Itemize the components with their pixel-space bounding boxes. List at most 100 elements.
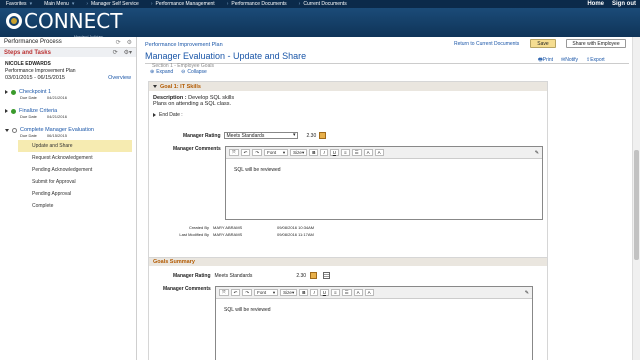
maximize-icon[interactable]: ⤧: [229, 149, 239, 156]
summary-rating-value: Meets Standards: [214, 272, 253, 279]
sign-out-link[interactable]: Sign out: [612, 1, 636, 7]
background-color-button[interactable]: A: [364, 289, 374, 296]
calculator-icon[interactable]: [319, 132, 327, 139]
step-complete-manager-evaluation[interactable]: Complete Manager Evaluation Due Date 06/1…: [0, 127, 136, 138]
underline-button[interactable]: U: [319, 289, 329, 296]
last-modified-row: Last Modified By MARY ABRAMS 09/08/2016 …: [179, 232, 314, 237]
font-select[interactable]: Font ▾: [264, 149, 289, 156]
expand-link[interactable]: ⊕ Expand: [150, 69, 173, 75]
goals-summary-header: Goals Summary: [149, 258, 547, 266]
collapse-arrow-icon[interactable]: [153, 85, 157, 88]
substep-list: Update and Share Request Acknowledgement…: [0, 140, 136, 212]
summary-comments-editor[interactable]: ⤧ ↶ ↷ Font ▾ Size ▾ B I U ≡ ☰ A A ✎ SQL wi…: [215, 286, 533, 360]
background-color-button[interactable]: A: [374, 149, 384, 156]
nav-main-menu[interactable]: Main Menu ▾: [38, 1, 80, 7]
refresh-icon[interactable]: ⟳: [113, 49, 118, 56]
performance-process-header: Performance Process ⟳ ⚙: [0, 37, 136, 48]
nav-performance-documents[interactable]: › Performance Documents: [221, 1, 293, 7]
size-select[interactable]: Size ▾: [280, 289, 298, 296]
goal-1-section: Goal 1: IT Skills Description : Develop …: [148, 81, 548, 261]
summary-rating-row: Manager Rating Meets Standards 2.30: [173, 272, 331, 279]
substep-complete[interactable]: Complete: [0, 200, 136, 212]
redo-icon[interactable]: ↷: [252, 149, 263, 156]
goals-summary-section: Goals Summary Manager Rating Meets Stand…: [148, 257, 548, 360]
redo-icon[interactable]: ↷: [242, 289, 253, 296]
collapse-link[interactable]: ⊖ Collapse: [181, 69, 207, 75]
bold-button[interactable]: B: [309, 149, 319, 156]
undo-icon[interactable]: ↶: [230, 289, 241, 296]
grid-icon[interactable]: [323, 272, 331, 279]
substep-submit-for-approval[interactable]: Submit for Approval: [0, 176, 136, 188]
editor-toolbar: ⤧ ↶ ↷ Font ▾ Size ▾ B I U ≡ ☰ A A ✎: [216, 287, 532, 299]
page-title: Manager Evaluation - Update and Share: [145, 51, 307, 61]
home-link[interactable]: Home: [587, 1, 604, 7]
bulleted-list-icon[interactable]: ☰: [341, 289, 352, 296]
underline-button[interactable]: U: [329, 149, 339, 156]
summary-comments-label: Manager Comments: [163, 286, 211, 292]
steps-title: Steps and Tasks: [4, 49, 51, 56]
rating-score: 2.30: [306, 132, 317, 139]
overview-link[interactable]: Overview: [108, 75, 131, 81]
save-button[interactable]: Save: [530, 39, 556, 48]
nav-manager-self-service[interactable]: › Manager Self Service: [80, 1, 144, 7]
gear-icon[interactable]: ⚙: [127, 39, 132, 46]
font-select[interactable]: Font ▾: [254, 289, 279, 296]
expand-arrow-icon[interactable]: [5, 90, 8, 94]
app-header: CONNECT Maryland Judiciary: [0, 8, 640, 39]
manager-rating-row: Manager Rating Meets Standards 2.30: [183, 132, 327, 139]
calculator-icon[interactable]: [310, 272, 318, 279]
spellcheck-icon[interactable]: ✎: [535, 150, 539, 156]
manager-rating-select[interactable]: Meets Standards: [223, 132, 298, 139]
pending-status-icon: [12, 127, 17, 133]
comment-text[interactable]: SQL will be reviewed: [226, 159, 542, 181]
panel-title: Performance Process: [4, 39, 62, 45]
size-select[interactable]: Size ▾: [290, 149, 308, 156]
minus-icon: ⊖: [181, 69, 186, 75]
bold-button[interactable]: B: [299, 289, 309, 296]
summary-comment-text[interactable]: SQL will be reviewed: [216, 299, 532, 321]
text-color-button[interactable]: A: [363, 149, 373, 156]
share-with-employee-button[interactable]: Share with Employee: [566, 39, 626, 48]
italic-button[interactable]: I: [310, 289, 318, 296]
breadcrumb[interactable]: Performance Improvement Plan: [145, 42, 223, 48]
manager-comments-editor[interactable]: ⤧ ↶ ↷ Font ▾ Size ▾ B I U ≡ ☰ A A ✎ SQL wi…: [225, 146, 543, 220]
gear-icon[interactable]: ⚙▾: [124, 49, 132, 56]
substep-pending-approval[interactable]: Pending Approval: [0, 188, 136, 200]
end-date-toggle[interactable]: End Date :: [149, 107, 547, 118]
italic-button[interactable]: I: [320, 149, 328, 156]
maximize-icon[interactable]: ⤧: [219, 289, 229, 296]
numbered-list-icon[interactable]: ≡: [330, 289, 340, 296]
numbered-list-icon[interactable]: ≡: [340, 149, 350, 156]
text-color-button[interactable]: A: [353, 289, 363, 296]
vertical-scrollbar[interactable]: [632, 37, 640, 360]
plus-icon: ⊕: [150, 69, 155, 75]
complete-status-icon: [11, 89, 16, 95]
created-by-row: Created By MARY ABRAMS 09/08/2016 10:34A…: [188, 225, 315, 230]
return-to-current-documents-link[interactable]: Return to Current Documents: [454, 41, 519, 47]
expand-collapse-controls: ⊕ Expand ⊖ Collapse: [150, 69, 207, 75]
substep-request-acknowledgement[interactable]: Request Acknowledgement: [0, 152, 136, 164]
substep-pending-acknowledgement[interactable]: Pending Acknowledgement: [0, 164, 136, 176]
goal-description: Description : Develop SQL skills Plans o…: [153, 95, 235, 107]
summary-rating-score: 2.30: [296, 272, 307, 279]
goal-1-header[interactable]: Goal 1: IT Skills: [149, 82, 547, 91]
main-content: Performance Improvement Plan Manager Eva…: [140, 37, 632, 360]
step-finalize-criteria[interactable]: Finalize Criteria Due Date 04/21/2016: [0, 108, 136, 119]
scrollbar-thumb[interactable]: [634, 150, 639, 260]
expand-arrow-icon[interactable]: [5, 109, 8, 113]
divider: [145, 63, 629, 64]
bulleted-list-icon[interactable]: ☰: [351, 149, 362, 156]
connect-logo: CONNECT: [6, 9, 122, 33]
logo-icon: [6, 13, 22, 29]
spellcheck-icon[interactable]: ✎: [525, 290, 529, 296]
document-type: Performance Improvement Plan: [5, 68, 76, 74]
nav-current-documents[interactable]: › Current Documents: [293, 1, 353, 7]
step-checkpoint-1[interactable]: Checkpoint 1 Due Date 04/21/2016: [0, 89, 136, 100]
refresh-icon[interactable]: ⟳: [116, 39, 121, 46]
substep-update-and-share[interactable]: Update and Share: [18, 140, 132, 152]
nav-favorites[interactable]: Favorites ▾: [0, 1, 38, 7]
undo-icon[interactable]: ↶: [240, 149, 251, 156]
nav-performance-management[interactable]: › Performance Management: [145, 1, 221, 7]
expand-arrow-icon[interactable]: [153, 113, 156, 117]
collapse-arrow-icon[interactable]: [5, 128, 9, 132]
